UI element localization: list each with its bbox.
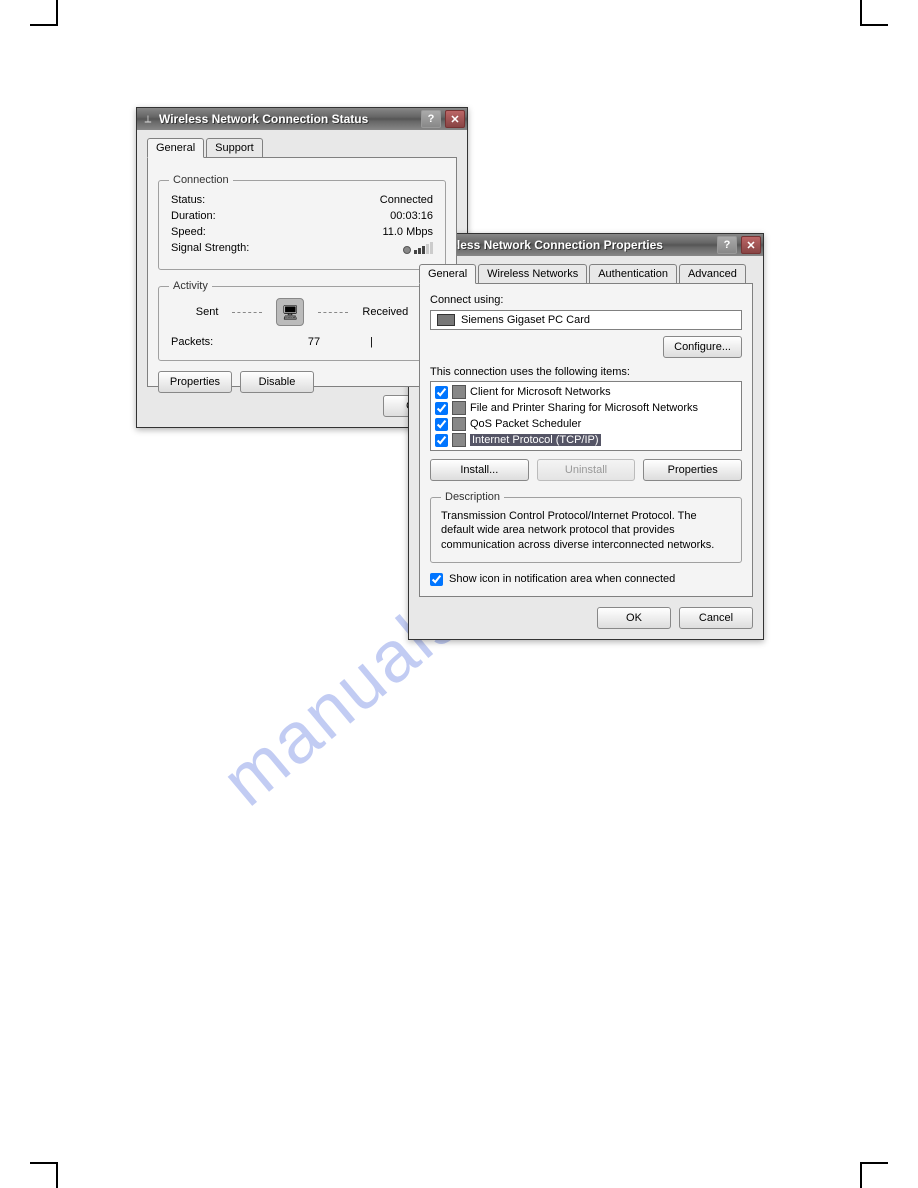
tab-general[interactable]: General bbox=[419, 264, 476, 284]
adapter-icon bbox=[437, 314, 455, 326]
activity-group: Activity Sent 🖥 Received Packets: 77 | bbox=[158, 280, 446, 361]
show-icon-checkbox[interactable] bbox=[430, 573, 443, 586]
status-titlebar[interactable]: ⟂ Wireless Network Connection Status ? ✕ bbox=[137, 108, 467, 130]
crop-mark bbox=[860, 0, 862, 26]
components-listbox[interactable]: Client for Microsoft Networks File and P… bbox=[430, 381, 742, 451]
list-item[interactable]: Internet Protocol (TCP/IP) bbox=[435, 432, 737, 448]
ok-button[interactable]: OK bbox=[597, 607, 671, 629]
list-item[interactable]: File and Printer Sharing for Microsoft N… bbox=[435, 400, 737, 416]
tab-support[interactable]: Support bbox=[206, 138, 263, 157]
tab-general[interactable]: General bbox=[147, 138, 204, 158]
status-label: Status: bbox=[171, 194, 205, 206]
received-label: Received bbox=[362, 306, 408, 318]
description-text: Transmission Control Protocol/Internet P… bbox=[441, 509, 731, 552]
description-group: Description Transmission Control Protoco… bbox=[430, 491, 742, 563]
close-button[interactable]: ✕ bbox=[741, 236, 761, 254]
items-label: This connection uses the following items… bbox=[430, 366, 742, 378]
client-icon bbox=[452, 385, 466, 399]
item-name: Internet Protocol (TCP/IP) bbox=[470, 434, 601, 446]
item-properties-button[interactable]: Properties bbox=[643, 459, 742, 481]
cancel-button[interactable]: Cancel bbox=[679, 607, 753, 629]
tab-advanced[interactable]: Advanced bbox=[679, 264, 746, 283]
disable-button[interactable]: Disable bbox=[240, 371, 314, 393]
item-name: QoS Packet Scheduler bbox=[470, 418, 581, 430]
network-activity-icon: 🖥 bbox=[276, 298, 304, 326]
list-item[interactable]: Client for Microsoft Networks bbox=[435, 384, 737, 400]
crop-mark bbox=[860, 1162, 862, 1188]
item-checkbox[interactable] bbox=[435, 434, 448, 447]
item-name: File and Printer Sharing for Microsoft N… bbox=[470, 402, 698, 414]
duration-value: 00:03:16 bbox=[390, 210, 433, 222]
packets-sent: 77 bbox=[308, 336, 320, 348]
close-button[interactable]: ✕ bbox=[445, 110, 465, 128]
activity-legend: Activity bbox=[169, 280, 212, 292]
help-button[interactable]: ? bbox=[717, 236, 737, 254]
status-value: Connected bbox=[380, 194, 433, 206]
wireless-icon: ⟂ bbox=[141, 112, 155, 126]
help-button[interactable]: ? bbox=[421, 110, 441, 128]
speed-label: Speed: bbox=[171, 226, 206, 238]
crop-mark bbox=[860, 24, 888, 26]
protocol-icon bbox=[452, 433, 466, 447]
status-title: Wireless Network Connection Status bbox=[159, 112, 417, 126]
tab-wireless-networks[interactable]: Wireless Networks bbox=[478, 264, 587, 283]
status-tabstrip: General Support bbox=[147, 138, 457, 158]
install-button[interactable]: Install... bbox=[430, 459, 529, 481]
item-checkbox[interactable] bbox=[435, 402, 448, 415]
connection-legend: Connection bbox=[169, 174, 233, 186]
sent-label: Sent bbox=[196, 306, 219, 318]
signal-label: Signal Strength: bbox=[171, 242, 249, 257]
tab-authentication[interactable]: Authentication bbox=[589, 264, 677, 283]
crop-mark bbox=[860, 1162, 888, 1164]
adapter-field: Siemens Gigaset PC Card bbox=[430, 310, 742, 330]
list-item[interactable]: QoS Packet Scheduler bbox=[435, 416, 737, 432]
description-legend: Description bbox=[441, 491, 504, 503]
activity-line bbox=[232, 312, 262, 313]
crop-mark bbox=[30, 24, 58, 26]
crop-mark bbox=[56, 1162, 58, 1188]
adapter-name: Siemens Gigaset PC Card bbox=[461, 314, 590, 326]
connect-using-label: Connect using: bbox=[430, 294, 742, 306]
connection-group: Connection Status: Connected Duration: 0… bbox=[158, 174, 446, 270]
properties-window: ⊥ Wireless Network Connection Properties… bbox=[408, 233, 764, 640]
properties-button[interactable]: Properties bbox=[158, 371, 232, 393]
crop-mark bbox=[56, 0, 58, 26]
item-checkbox[interactable] bbox=[435, 386, 448, 399]
props-title: Wireless Network Connection Properties bbox=[431, 238, 713, 252]
item-checkbox[interactable] bbox=[435, 418, 448, 431]
crop-mark bbox=[30, 1162, 58, 1164]
uninstall-button: Uninstall bbox=[537, 459, 636, 481]
item-name: Client for Microsoft Networks bbox=[470, 386, 611, 398]
props-tabstrip: General Wireless Networks Authentication… bbox=[419, 264, 753, 284]
activity-line bbox=[318, 312, 348, 313]
configure-button[interactable]: Configure... bbox=[663, 336, 742, 358]
props-titlebar[interactable]: ⊥ Wireless Network Connection Properties… bbox=[409, 234, 763, 256]
signal-strength-icon bbox=[403, 242, 433, 257]
service-icon bbox=[452, 401, 466, 415]
packets-label: Packets: bbox=[171, 336, 213, 348]
speed-value: 11.0 Mbps bbox=[382, 226, 433, 238]
duration-label: Duration: bbox=[171, 210, 216, 222]
show-icon-label: Show icon in notification area when conn… bbox=[449, 573, 675, 585]
service-icon bbox=[452, 417, 466, 431]
